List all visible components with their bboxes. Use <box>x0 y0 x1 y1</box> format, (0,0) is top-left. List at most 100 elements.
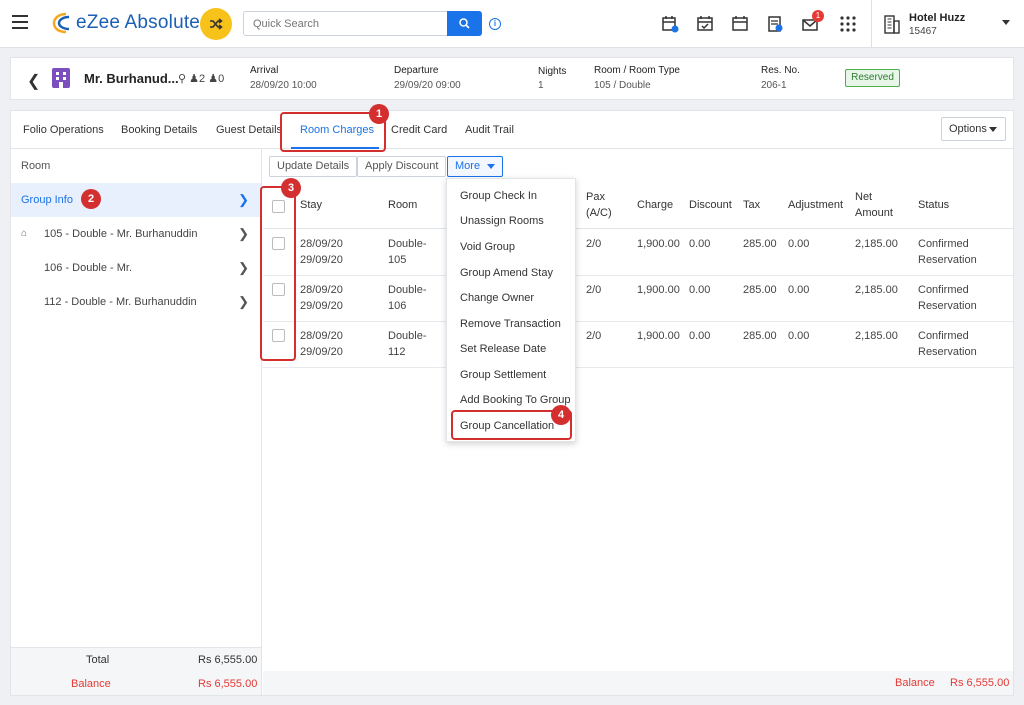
room-item-105[interactable]: ⌂ 105 - Double - Mr. Burhanuddin ❯ <box>11 217 261 251</box>
menu-item-remove-transaction[interactable]: Remove Transaction <box>460 318 561 330</box>
col-net-amount: Amount <box>855 207 893 219</box>
cell-status: Confirmed <box>918 238 969 250</box>
room-list-panel: Room Group Info ❯ ⌂ 105 - Double - Mr. B… <box>11 149 262 695</box>
total-label: Total <box>86 654 110 666</box>
cell-pax: 2/0 <box>586 284 602 296</box>
calendar-icon[interactable] <box>731 15 749 33</box>
cell-stay-from: 28/09/20 <box>300 330 343 342</box>
child-count: 0 <box>218 73 225 85</box>
cell-pax: 2/0 <box>586 330 602 342</box>
room-item-label: 105 - Double - Mr. Burhanuddin <box>44 228 198 240</box>
room-item-group-info[interactable]: Group Info ❯ <box>11 183 261 217</box>
cell-room: Double- <box>388 238 427 250</box>
guest-name[interactable]: Mr. Burhanud... <box>84 71 179 86</box>
col-net: Net <box>855 191 873 203</box>
cell-tax: 285.00 <box>743 330 777 342</box>
cell-stay-to: 29/09/20 <box>300 300 343 312</box>
more-dropdown-button[interactable]: More <box>447 156 504 177</box>
annotation-marker-2: 2 <box>81 189 101 209</box>
room-item-106[interactable]: 106 - Double - Mr. ❯ <box>11 251 261 285</box>
shuffle-button[interactable] <box>200 8 232 40</box>
pax-summary: ⚲ ♟2 ♟0 <box>178 72 224 85</box>
tab-folio-operations[interactable]: Folio Operations <box>23 124 104 136</box>
update-details-button[interactable]: Update Details <box>269 156 358 177</box>
back-arrow-icon[interactable]: ❮ <box>27 71 40 91</box>
tab-bar: Folio Operations Booking Details Guest D… <box>11 111 1013 149</box>
chevron-down-icon[interactable] <box>1002 20 1010 25</box>
tab-credit-card[interactable]: Credit Card <box>391 124 447 136</box>
tab-booking-details[interactable]: Booking Details <box>121 124 197 136</box>
balance-label: Balance <box>895 677 935 689</box>
hotel-building-icon <box>884 15 900 34</box>
annotation-marker-3: 3 <box>281 178 301 198</box>
search-button[interactable] <box>447 11 482 36</box>
room-item-112[interactable]: 112 - Double - Mr. Burhanuddin ❯ <box>11 285 261 319</box>
departure-value: 29/09/20 09:00 <box>394 80 461 91</box>
cell-discount: 0.00 <box>689 330 711 342</box>
divider <box>263 275 1013 276</box>
apps-grid-icon[interactable] <box>839 15 857 33</box>
status-badge: Reserved <box>845 69 900 87</box>
menu-item-unassign-rooms[interactable]: Unassign Rooms <box>460 215 544 227</box>
menu-item-void-group[interactable]: Void Group <box>460 241 515 253</box>
calendar-check-icon[interactable] <box>696 15 714 33</box>
chevron-right-icon: ❯ <box>238 192 249 207</box>
cell-adjustment: 0.00 <box>788 330 810 342</box>
cell-discount: 0.00 <box>689 238 711 250</box>
menu-item-set-release-date[interactable]: Set Release Date <box>460 343 546 355</box>
totals-footer: Total Rs 6,555.00 Balance Rs 6,555.00 <box>11 647 261 695</box>
chevron-down-icon <box>487 164 496 169</box>
annotation-marker-1: 1 <box>369 104 389 124</box>
divider <box>263 367 1013 368</box>
apply-discount-button[interactable]: Apply Discount <box>357 156 447 177</box>
menu-item-add-booking-to-group[interactable]: Add Booking To Group <box>460 394 570 406</box>
calendar-add-icon[interactable] <box>661 15 679 33</box>
shuffle-icon <box>210 18 223 30</box>
room-item-label: 112 - Double - Mr. Burhanuddin <box>44 296 197 308</box>
cell-adjustment: 0.00 <box>788 238 810 250</box>
divider <box>871 0 872 48</box>
options-dropdown[interactable]: Options <box>941 117 1006 141</box>
menu-item-group-check-in[interactable]: Group Check In <box>460 190 537 202</box>
col-adjustment: Adjustment <box>788 199 844 211</box>
app-logo[interactable]: eZee Absolute <box>52 12 200 34</box>
hamburger-menu-icon[interactable] <box>12 15 28 29</box>
cell-stay-to: 29/09/20 <box>300 254 343 266</box>
col-tax: Tax <box>743 199 761 211</box>
menu-item-change-owner[interactable]: Change Owner <box>460 292 534 304</box>
child-icon: ♟ <box>208 73 219 85</box>
brand-name: eZee Absolute <box>76 12 201 33</box>
more-label: More <box>455 160 481 172</box>
guest-profile-icon[interactable]: ⚲ <box>178 73 186 85</box>
top-bar: eZee Absolute i 1 Hotel Huzz 15467 <box>0 0 1024 48</box>
col-status: Status <box>918 199 950 211</box>
tab-guest-details[interactable]: Guest Details <box>216 124 282 136</box>
menu-item-group-amend-stay[interactable]: Group Amend Stay <box>460 267 553 279</box>
nights-value: 1 <box>538 80 544 91</box>
cell-pax: 2/0 <box>586 238 602 250</box>
tab-audit-trail[interactable]: Audit Trail <box>465 124 514 136</box>
res-no-label: Res. No. <box>761 65 800 76</box>
cell-room-no: 106 <box>388 300 407 312</box>
cell-status: Confirmed <box>918 330 969 342</box>
hotel-name[interactable]: Hotel Huzz <box>909 12 965 24</box>
menu-item-group-settlement[interactable]: Group Settlement <box>460 369 546 381</box>
chevron-right-icon: ❯ <box>238 226 249 241</box>
cell-status-2: Reservation <box>918 346 977 358</box>
billing-icon[interactable] <box>766 15 784 33</box>
room-charges-footer: Balance Rs 6,555.00 <box>263 671 1013 695</box>
col-pax-ac: (A/C) <box>586 207 612 219</box>
quick-search-input[interactable] <box>243 11 447 36</box>
col-pax: Pax <box>586 191 605 203</box>
res-no-value: 206-1 <box>761 80 787 91</box>
info-icon[interactable]: i <box>489 18 501 30</box>
cell-net-amount: 2,185.00 <box>855 330 898 342</box>
cell-status-2: Reservation <box>918 300 977 312</box>
reservation-header: ❮ Mr. Burhanud... ⚲ ♟2 ♟0 Arrival 28/09/… <box>10 57 1014 100</box>
cell-charge: 1,900.00 <box>637 330 680 342</box>
cell-room-no: 105 <box>388 254 407 266</box>
divider <box>263 321 1013 322</box>
room-item-label: 106 - Double - Mr. <box>44 262 133 274</box>
hotel-id: 15467 <box>909 26 937 37</box>
mail-count-badge: 1 <box>812 10 824 22</box>
